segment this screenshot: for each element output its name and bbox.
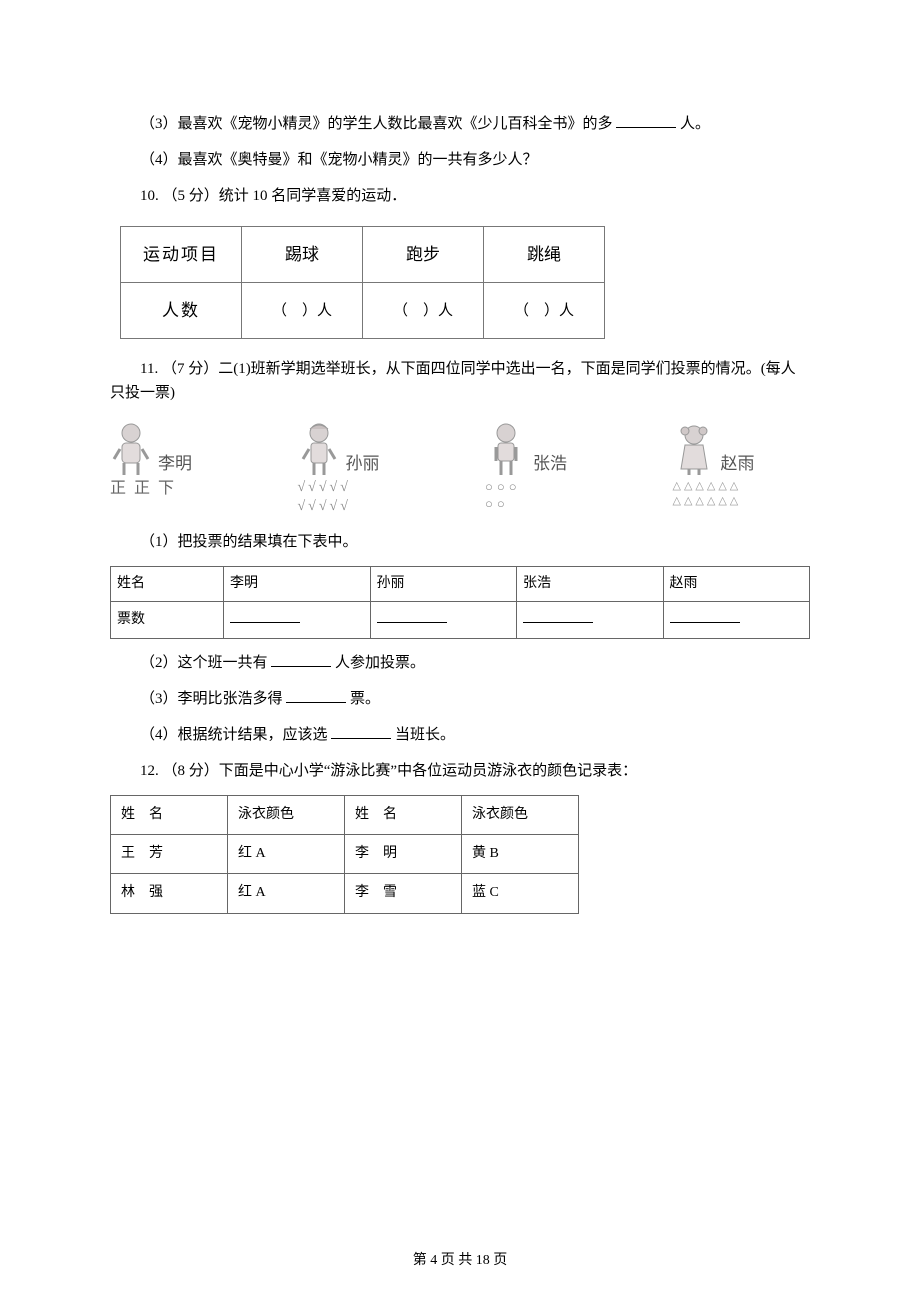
q11-sub2-suf: 人参加投票。 [335, 655, 425, 671]
candidate-name: 张浩 [533, 450, 567, 477]
vote-name-3: 张浩 [517, 566, 664, 601]
table-row: 人数 （ ）人 （ ）人 （ ）人 [121, 283, 605, 339]
swim-h-name-1: 姓 名 [111, 795, 228, 834]
circle-marks: ○○○ ○○ [485, 479, 521, 513]
swim-c2: 黄 B [462, 834, 579, 873]
swim-h-color-1: 泳衣颜色 [228, 795, 345, 834]
candidate-sun-li: 孙丽 √√√√√ √√√√√ [298, 419, 436, 515]
candidate-name: 赵雨 [721, 450, 755, 477]
swim-n4: 李 雪 [345, 874, 462, 913]
sports-col-2: 跑步 [363, 227, 484, 283]
table-row: 票数 [111, 602, 810, 638]
child-icon [298, 419, 340, 477]
q11-sub3: （3）李明比张浩多得 票。 [110, 687, 810, 711]
sports-col-3: 跳绳 [484, 227, 605, 283]
q11-sub2-pre: （2）这个班一共有 [140, 655, 268, 671]
child-icon [485, 419, 527, 477]
swim-n2: 李 明 [345, 834, 462, 873]
q9-sub3: （3）最喜欢《宠物小精灵》的学生人数比最喜欢《少儿百科全书》的多 人。 [110, 112, 810, 136]
vote-name-2: 孙丽 [370, 566, 517, 601]
vote-table: 姓名 李明 孙丽 张浩 赵雨 票数 [110, 566, 810, 639]
sports-header-label: 运动项目 [121, 227, 242, 283]
candidate-name: 李明 [158, 450, 192, 477]
q11-sub3-blank[interactable] [286, 687, 346, 703]
q11-sub4-blank[interactable] [331, 723, 391, 739]
table-row: 林 强 红 A 李 雪 蓝 C [111, 874, 579, 913]
q9-sub4: （4）最喜欢《奥特曼》和《宠物小精灵》的一共有多少人？ [110, 148, 810, 172]
vote-header-label: 姓名 [111, 566, 224, 601]
vote-row2-label: 票数 [111, 602, 224, 638]
q11-sub3-suf: 票。 [350, 691, 380, 707]
q12-stem: 12. （8 分）下面是中心小学“游泳比赛”中各位运动员游泳衣的颜色记录表： [110, 759, 810, 783]
swim-c4: 蓝 C [462, 874, 579, 913]
page-footer: 第 4 页 共 18 页 [0, 1250, 920, 1272]
tally-marks: 正 正 下 [110, 479, 176, 498]
table-row: 运动项目 踢球 跑步 跳绳 [121, 227, 605, 283]
q11-sub2-blank[interactable] [271, 651, 331, 667]
sports-cell-3[interactable]: （ ）人 [484, 283, 605, 339]
q11-sub2: （2）这个班一共有 人参加投票。 [110, 651, 810, 675]
q11-sub1: （1）把投票的结果填在下表中。 [110, 530, 810, 554]
q11-sub4-pre: （4）根据统计结果，应该选 [140, 727, 328, 743]
table-row: 王 芳 红 A 李 明 黄 B [111, 834, 579, 873]
swim-table: 姓 名 泳衣颜色 姓 名 泳衣颜色 王 芳 红 A 李 明 黄 B 林 强 红 … [110, 795, 579, 914]
q11-sub4: （4）根据统计结果，应该选 当班长。 [110, 723, 810, 747]
swim-c3: 红 A [228, 874, 345, 913]
candidate-name: 孙丽 [346, 450, 380, 477]
child-icon [673, 419, 715, 477]
q10-stem: 10. （5 分）统计 10 名同学喜爱的运动． [110, 184, 810, 208]
q9-sub3-suffix: 人。 [680, 116, 710, 132]
child-icon [110, 419, 152, 477]
triangle-marks: △△△△△△ △△△△△△ [673, 479, 742, 508]
vote-name-4: 赵雨 [663, 566, 810, 601]
sports-cell-1[interactable]: （ ）人 [242, 283, 363, 339]
sports-row2-label: 人数 [121, 283, 242, 339]
vote-cell-4[interactable] [663, 602, 810, 638]
table-row: 姓名 李明 孙丽 张浩 赵雨 [111, 566, 810, 601]
swim-n1: 王 芳 [111, 834, 228, 873]
q11-sub4-suf: 当班长。 [395, 727, 455, 743]
swim-n3: 林 强 [111, 874, 228, 913]
candidate-zhao-yu: 赵雨 △△△△△△ △△△△△△ [673, 419, 811, 515]
swim-h-name-2: 姓 名 [345, 795, 462, 834]
candidate-li-ming: 李明 正 正 下 [110, 419, 248, 515]
vote-cell-2[interactable] [370, 602, 517, 638]
q11-sub3-pre: （3）李明比张浩多得 [140, 691, 283, 707]
check-marks: √√√√√ √√√√√ [298, 479, 351, 515]
q9-sub3-text: （3）最喜欢《宠物小精灵》的学生人数比最喜欢《少儿百科全书》的多 [140, 116, 613, 132]
q11-stem: 11. （7 分）二(1)班新学期选举班长，从下面四位同学中选出一名，下面是同学… [110, 357, 810, 405]
page: （3）最喜欢《宠物小精灵》的学生人数比最喜欢《少儿百科全书》的多 人。 （4）最… [0, 0, 920, 1302]
swim-h-color-2: 泳衣颜色 [462, 795, 579, 834]
swim-c1: 红 A [228, 834, 345, 873]
sports-col-1: 踢球 [242, 227, 363, 283]
vote-cell-3[interactable] [517, 602, 664, 638]
table-row: 姓 名 泳衣颜色 姓 名 泳衣颜色 [111, 795, 579, 834]
candidate-row: 李明 正 正 下 孙丽 √√√√√ √√√√√ [110, 419, 810, 515]
vote-cell-1[interactable] [224, 602, 371, 638]
sports-table: 运动项目 踢球 跑步 跳绳 人数 （ ）人 （ ）人 （ ）人 [120, 226, 605, 339]
candidate-zhang-hao: 张浩 ○○○ ○○ [485, 419, 623, 515]
vote-name-1: 李明 [224, 566, 371, 601]
q9-sub3-blank[interactable] [616, 112, 676, 128]
sports-cell-2[interactable]: （ ）人 [363, 283, 484, 339]
